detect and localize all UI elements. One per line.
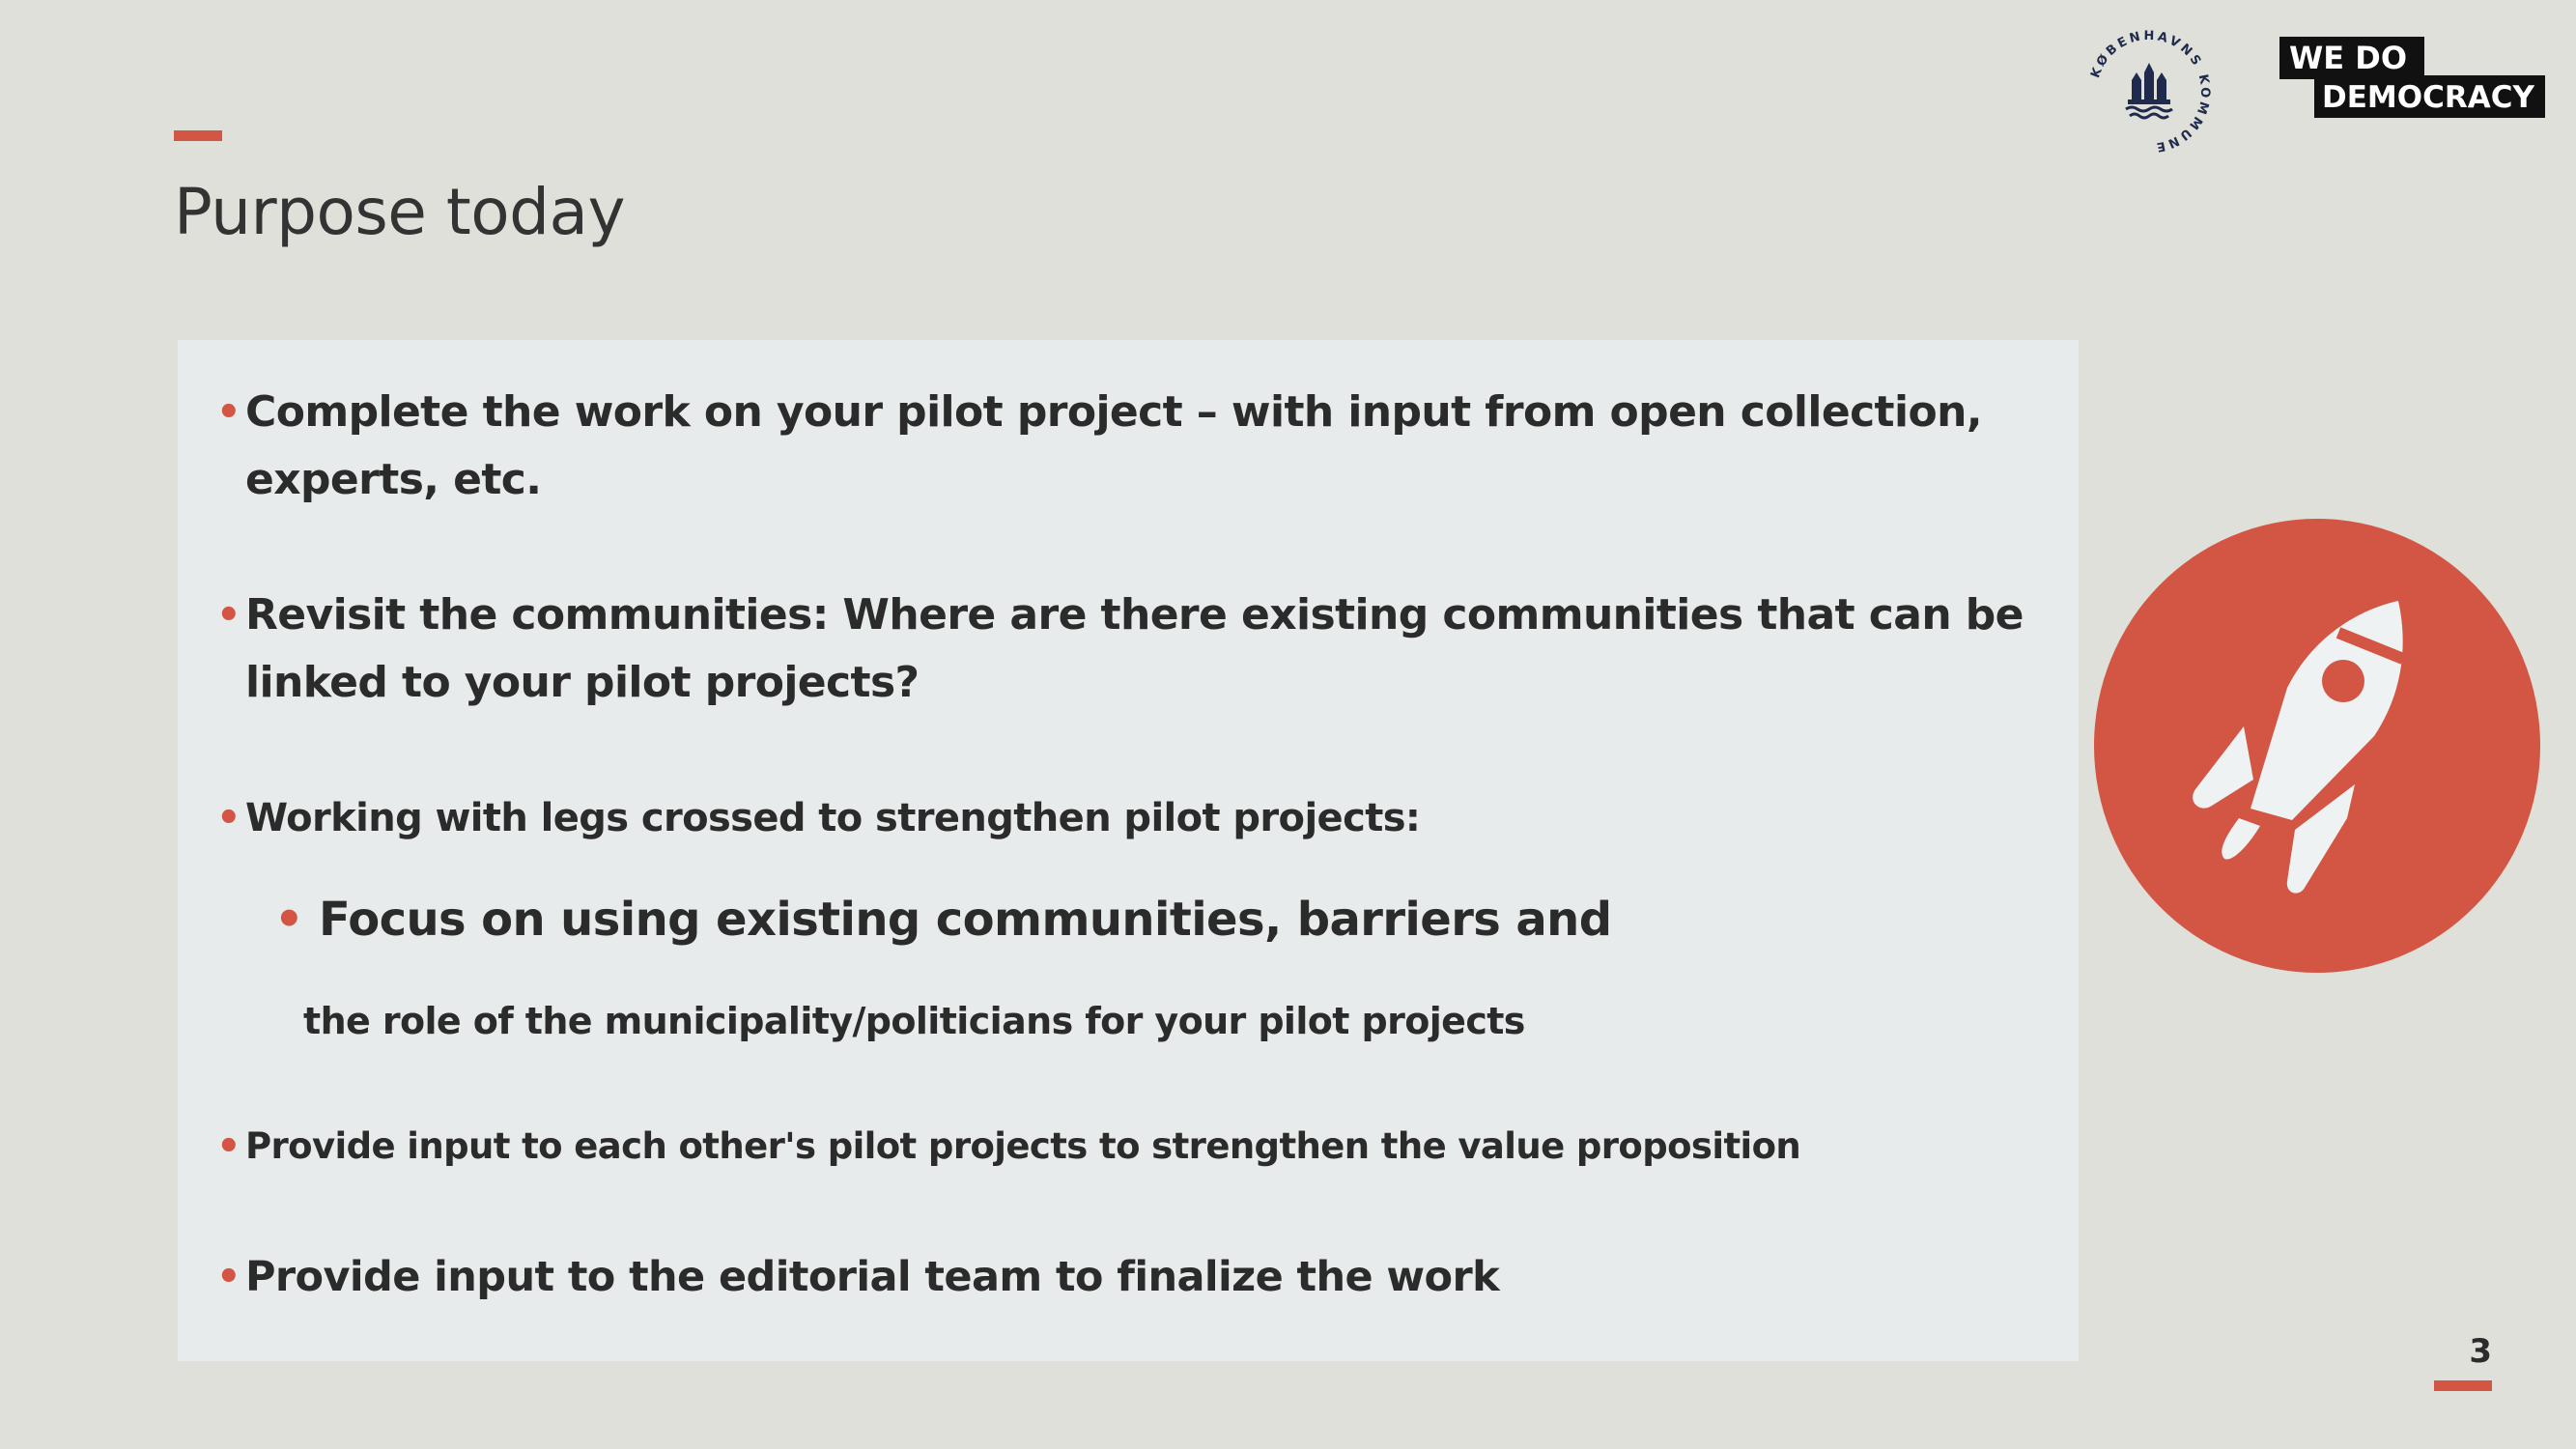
wdd-line2: DEMOCRACY <box>2322 80 2534 115</box>
slide-title: Purpose today <box>174 175 626 249</box>
bullet-text: Provide input to the editorial team to f… <box>245 1253 1500 1301</box>
rocket-icon <box>2094 519 2540 973</box>
sub-bullet-item: • Focus on using existing communities, b… <box>274 886 1961 953</box>
wdd-line1: WE DO <box>2289 40 2407 76</box>
page-number-accent-bar <box>2434 1380 2492 1391</box>
sub-bullet-continuation: the role of the municipality/politicians… <box>303 1000 1525 1042</box>
bullet-text: Provide input to each other's pilot proj… <box>245 1125 1801 1167</box>
bullet-item-6: • Provide input to the editorial team to… <box>216 1243 2042 1311</box>
bullet-dot: • <box>274 893 304 947</box>
bullet-text: Complete the work on your pilot project … <box>245 387 1983 504</box>
bullet-item-5: • Provide input to each other's pilot pr… <box>216 1113 2042 1180</box>
bullet-dot: • <box>216 390 241 435</box>
bullet-item-1: • Complete the work on your pilot projec… <box>216 379 2042 514</box>
bullet-text: Working with legs crossed to strengthen … <box>245 796 1421 840</box>
bullet-dot: • <box>216 1124 241 1169</box>
bullet-text: Focus on using existing communities, bar… <box>319 893 1612 947</box>
bullet-item-2: • Revisit the communities: Where are the… <box>216 582 2042 717</box>
title-accent-bar <box>174 130 222 141</box>
kobenhavns-kommune-seal: KØBENHAVNS KOMMUNE <box>2088 29 2209 155</box>
we-do-democracy-logo: WE DO DEMOCRACY <box>2279 37 2545 118</box>
bullet-dot: • <box>216 593 241 638</box>
page-number: 3 <box>2469 1332 2492 1371</box>
content-panel: • Complete the work on your pilot projec… <box>178 340 2079 1361</box>
bullet-dot: • <box>216 1255 241 1299</box>
bullet-dot: • <box>216 796 241 840</box>
bullet-item-3: • Working with legs crossed to strengthe… <box>216 784 2042 852</box>
bullet-text: Revisit the communities: Where are there… <box>245 590 2024 707</box>
